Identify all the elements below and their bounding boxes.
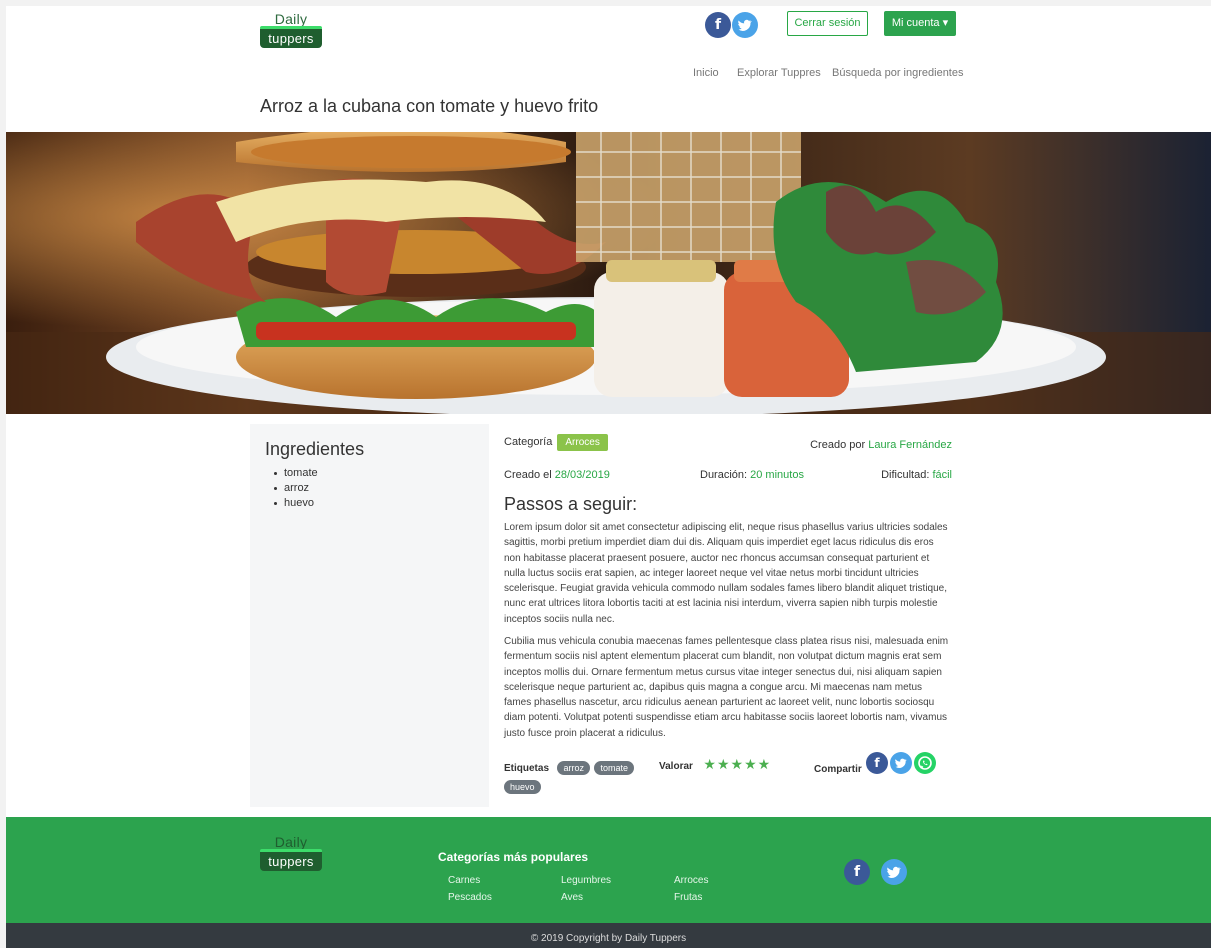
logo-top-text: Daily [274,834,308,850]
created-date: 28/03/2019 [554,469,610,481]
steps-paragraph-1: Lorem ipsum dolor sit amet consectetur a… [504,522,948,625]
twitter-bird-glyph [738,19,752,31]
nav-link-explorar[interactable]: Explorar Tuppres [737,67,821,79]
nav-link-busqueda[interactable]: Búsqueda por ingredientes [832,67,963,79]
copyright-bar: © 2019 Copyright by Daily Tuppers [6,923,1211,948]
steps-title: Passos a seguir: [504,494,638,514]
ingredients-panel: Ingredientes tomate arroz huevo [250,424,489,807]
recipe-hero-image [6,132,1211,414]
popular-categories-title: Categorías más populares [438,850,589,864]
difficulty-value: fácil [932,469,952,481]
tags-row: Etiquetas arroz tomate huevo [504,758,644,794]
duration-label: Duración: [700,469,748,481]
duration-value: 20 minutos [750,469,804,481]
footer-category-link[interactable]: Frutas [674,892,702,903]
twitter-icon[interactable] [890,752,912,774]
burger-photo [6,132,1211,414]
account-menu-button[interactable]: Mi cuenta ▾ [884,11,956,36]
category-label: Categoría [504,436,553,448]
whatsapp-glyph [918,756,932,770]
footer-logo[interactable]: Daily tuppers [260,834,322,871]
ingredients-title: Ingredientes [265,439,365,459]
duration-row: Duración: 20 minutos [700,469,804,481]
star-icon[interactable]: ★ [744,757,757,773]
logo-bottom-text: tuppers [260,29,322,48]
footer-category-link[interactable]: Aves [561,892,583,903]
footer-category-link[interactable]: Legumbres [561,875,611,886]
whatsapp-icon[interactable] [914,752,936,774]
ingredient-item: tomate [274,466,318,481]
logo-bottom-text: tuppers [260,852,322,871]
twitter-icon[interactable] [881,859,907,885]
facebook-icon[interactable]: f [705,12,731,38]
rating-row: Valorar ★★★★★ [659,756,771,774]
ingredient-item: arroz [274,481,318,496]
created-on-label: Creado el [504,469,552,481]
footer-category-link[interactable]: Carnes [448,875,480,886]
star-icon[interactable]: ★ [731,757,744,773]
nav-link-inicio[interactable]: Inicio [693,67,719,79]
difficulty-label: Dificultad: [881,469,930,481]
tag-badge[interactable]: tomate [594,761,634,775]
category-badge[interactable]: Arroces [557,434,608,451]
rating-stars: ★★★★★ [703,756,771,773]
ingredient-item: huevo [274,496,318,511]
tag-badge[interactable]: arroz [557,761,590,775]
logo-top-text: Daily [274,11,308,27]
ingredients-list: tomate arroz huevo [274,466,318,511]
share-label: Compartir [814,764,862,775]
recipe-title: Arroz a la cubana con tomate y huevo fri… [260,96,599,116]
twitter-bird-glyph [887,866,901,878]
facebook-icon[interactable]: f [844,859,870,885]
footer-category-link[interactable]: Pescados [448,892,492,903]
page: Daily tuppers f Cerrar sesión Mi cuenta … [6,6,1211,948]
tags-label: Etiquetas [504,763,550,774]
tag-badge[interactable]: huevo [504,780,541,794]
author-link[interactable]: Laura Fernández [868,439,952,451]
category-row: Categoría Arroces [504,434,608,451]
date-row: Creado el 28/03/2019 [504,469,610,481]
steps-paragraph-2: Cubilia mus vehicula conubia maecenas fa… [504,636,949,739]
header: Daily tuppers f Cerrar sesión Mi cuenta … [6,6,1211,132]
facebook-icon[interactable]: f [866,752,888,774]
site-logo[interactable]: Daily tuppers [260,11,322,48]
star-icon[interactable]: ★ [717,757,730,773]
footer: Daily tuppers Categorías más populares C… [6,817,1211,923]
created-by-label: Creado por [810,439,866,451]
twitter-bird-glyph [895,758,907,768]
twitter-icon[interactable] [732,12,758,38]
star-icon[interactable]: ★ [703,757,716,773]
logout-button[interactable]: Cerrar sesión [787,11,868,36]
share-row: Compartir [814,759,862,777]
difficulty-row: Dificultad: fácil [881,469,952,481]
rate-label: Valorar [659,761,693,772]
author-row: Creado por Laura Fernández [810,439,952,451]
footer-category-link[interactable]: Arroces [674,875,708,886]
star-icon[interactable]: ★ [758,757,771,773]
